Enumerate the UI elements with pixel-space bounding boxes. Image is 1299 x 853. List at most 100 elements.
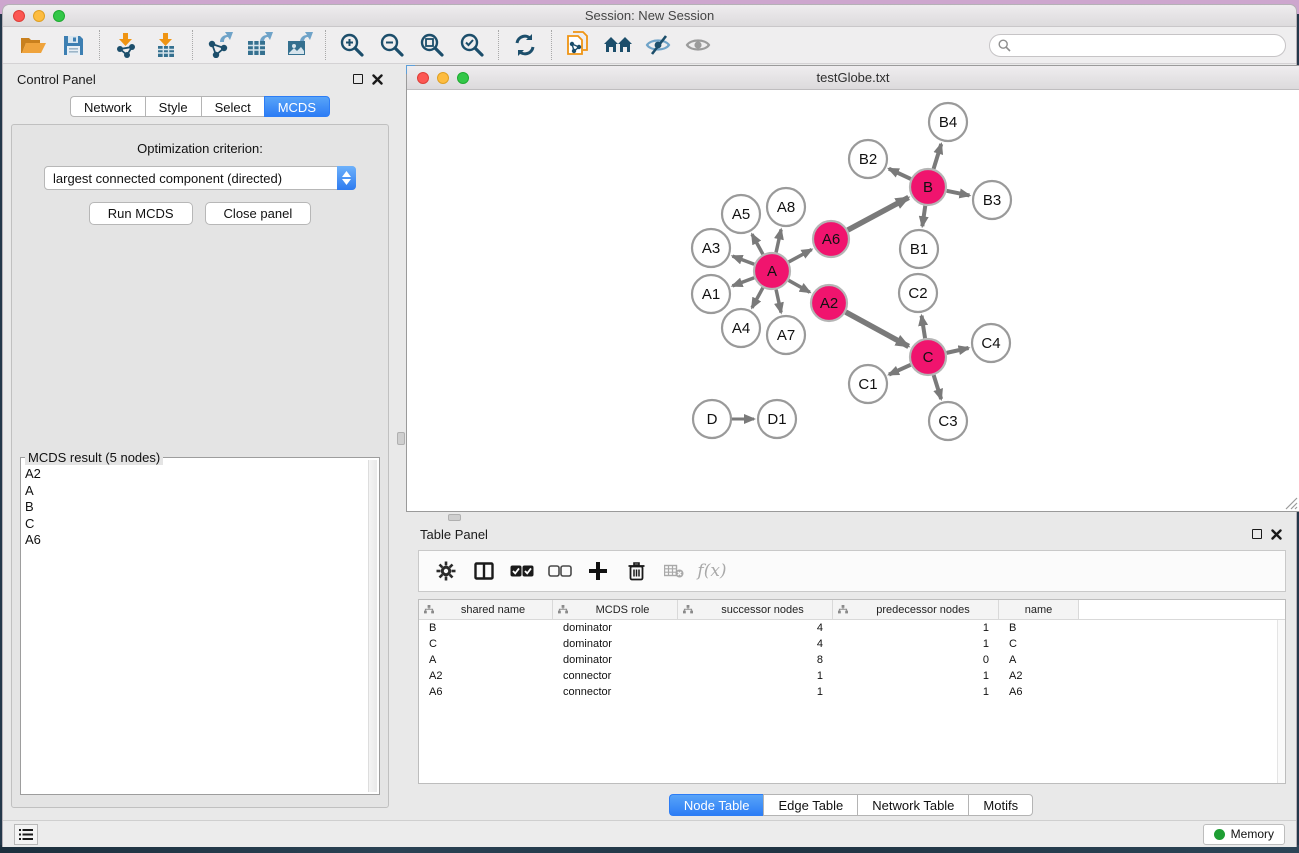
select-all-rows-icon[interactable]	[505, 554, 539, 588]
cell-predecessor-nodes[interactable]: 1	[833, 622, 999, 634]
tab-select[interactable]: Select	[201, 96, 264, 117]
column-header-name[interactable]: name	[999, 600, 1079, 619]
cell-name[interactable]: C	[999, 638, 1079, 650]
cell-successor-nodes[interactable]: 4	[678, 638, 833, 650]
table-options-gear-icon[interactable]	[429, 554, 463, 588]
graph-edge-B-B1[interactable]	[922, 206, 925, 226]
cell-successor-nodes[interactable]: 1	[678, 670, 833, 682]
open-session-icon[interactable]	[13, 29, 53, 61]
horizontal-splitter-grip[interactable]	[448, 514, 461, 521]
mcds-result-item[interactable]: A2	[25, 466, 367, 483]
tab-motifs[interactable]: Motifs	[968, 794, 1033, 816]
tab-mcds[interactable]: MCDS	[264, 96, 330, 117]
cell-predecessor-nodes[interactable]: 1	[833, 686, 999, 698]
task-history-button[interactable]	[14, 824, 38, 845]
network-window-titlebar[interactable]: testGlobe.txt	[407, 66, 1299, 90]
new-network-from-selection-icon[interactable]	[558, 29, 598, 61]
mcds-result-item[interactable]: B	[25, 499, 367, 516]
mcds-result-list[interactable]: A2 A B C A6	[25, 466, 367, 790]
tab-style[interactable]: Style	[145, 96, 201, 117]
cell-shared-name[interactable]: A6	[419, 686, 553, 698]
search-input[interactable]	[1016, 38, 1277, 52]
graph-edge-A-A3[interactable]	[733, 256, 755, 264]
vertical-splitter-grip[interactable]	[397, 432, 405, 445]
cell-name[interactable]: A	[999, 654, 1079, 666]
mcds-result-item[interactable]: A6	[25, 532, 367, 549]
cell-shared-name[interactable]: A2	[419, 670, 553, 682]
table-row[interactable]: C dominator 4 1 C	[419, 636, 1285, 652]
network-canvas[interactable]: B4B2BB3A8A5A6B1A3AC2A1A2A4A7C4CC1C3DD1	[407, 90, 1299, 511]
graph-edge-B-B3[interactable]	[947, 191, 970, 196]
save-session-icon[interactable]	[53, 29, 93, 61]
close-panel-icon[interactable]	[1271, 529, 1282, 540]
graph-edge-A-A5[interactable]	[752, 234, 763, 254]
close-panel-icon[interactable]	[372, 74, 383, 85]
cell-successor-nodes[interactable]: 8	[678, 654, 833, 666]
export-network-icon[interactable]	[199, 29, 239, 61]
cell-name[interactable]: B	[999, 622, 1079, 634]
memory-button[interactable]: Memory	[1203, 824, 1285, 845]
cell-shared-name[interactable]: A	[419, 654, 553, 666]
search-field[interactable]	[989, 34, 1286, 57]
cell-mcds-role[interactable]: dominator	[553, 622, 678, 634]
graph-edge-C-C3[interactable]	[934, 375, 941, 399]
network-graph[interactable]: B4B2BB3A8A5A6B1A3AC2A1A2A4A7C4CC1C3DD1	[407, 90, 1299, 511]
mcds-result-item[interactable]: A	[25, 483, 367, 500]
cell-mcds-role[interactable]: connector	[553, 670, 678, 682]
column-header-predecessor-nodes[interactable]: predecessor nodes	[833, 600, 999, 619]
table-row[interactable]: A6 connector 1 1 A6	[419, 684, 1285, 700]
tab-node-table[interactable]: Node Table	[669, 794, 764, 816]
cell-name[interactable]: A6	[999, 686, 1079, 698]
criterion-dropdown[interactable]: largest connected component (directed)	[44, 166, 356, 190]
cell-predecessor-nodes[interactable]: 1	[833, 638, 999, 650]
zoom-selected-icon[interactable]	[452, 29, 492, 61]
cell-predecessor-nodes[interactable]: 0	[833, 654, 999, 666]
add-column-icon[interactable]	[581, 554, 615, 588]
graph-edge-C-C1[interactable]	[889, 365, 911, 375]
export-image-icon[interactable]	[279, 29, 319, 61]
graph-edge-A-A1[interactable]	[733, 278, 755, 286]
tab-edge-table[interactable]: Edge Table	[763, 794, 857, 816]
refresh-layout-icon[interactable]	[505, 29, 545, 61]
node-table[interactable]: shared name MCDS role successor nodes pr…	[418, 599, 1286, 784]
column-header-successor-nodes[interactable]: successor nodes	[678, 600, 833, 619]
column-header-mcds-role[interactable]: MCDS role	[553, 600, 678, 619]
table-row[interactable]: A2 connector 1 1 A2	[419, 668, 1285, 684]
mcds-list-scrollbar[interactable]	[368, 460, 377, 792]
cell-predecessor-nodes[interactable]: 1	[833, 670, 999, 682]
float-panel-icon[interactable]	[353, 74, 363, 84]
cell-mcds-role[interactable]: dominator	[553, 654, 678, 666]
cell-successor-nodes[interactable]: 4	[678, 622, 833, 634]
cell-shared-name[interactable]: B	[419, 622, 553, 634]
cell-successor-nodes[interactable]: 1	[678, 686, 833, 698]
import-network-icon[interactable]	[106, 29, 146, 61]
table-row[interactable]: B dominator 4 1 B	[419, 620, 1285, 636]
graph-edge-A-A7[interactable]	[776, 290, 781, 313]
graph-edge-A-A6[interactable]	[789, 249, 812, 261]
tab-network-table[interactable]: Network Table	[857, 794, 968, 816]
close-panel-button[interactable]: Close panel	[205, 202, 312, 225]
show-all-icon[interactable]	[678, 29, 718, 61]
cell-mcds-role[interactable]: connector	[553, 686, 678, 698]
graph-edge-A-A2[interactable]	[789, 280, 810, 292]
graph-edge-C-C4[interactable]	[947, 348, 969, 353]
table-row[interactable]: A dominator 8 0 A	[419, 652, 1285, 668]
cell-shared-name[interactable]: C	[419, 638, 553, 650]
graph-edge-B-B4[interactable]	[934, 144, 942, 169]
export-table-icon[interactable]	[239, 29, 279, 61]
hide-selected-icon[interactable]	[638, 29, 678, 61]
graph-edge-A6-B[interactable]	[848, 197, 909, 230]
zoom-in-icon[interactable]	[332, 29, 372, 61]
graph-edge-C-C2[interactable]	[922, 316, 926, 339]
import-table-icon[interactable]	[146, 29, 186, 61]
zoom-out-icon[interactable]	[372, 29, 412, 61]
table-scrollbar[interactable]	[1277, 620, 1285, 783]
window-resize-handle[interactable]	[1285, 497, 1298, 510]
delete-columns-trash-icon[interactable]	[619, 554, 653, 588]
zoom-fit-icon[interactable]	[412, 29, 452, 61]
function-builder-icon[interactable]: f(x)	[695, 554, 729, 588]
graph-edge-A2-C[interactable]	[846, 312, 909, 346]
delete-table-icon[interactable]	[657, 554, 691, 588]
graph-edge-A-A8[interactable]	[776, 229, 781, 252]
graph-edge-A-A4[interactable]	[752, 288, 763, 308]
